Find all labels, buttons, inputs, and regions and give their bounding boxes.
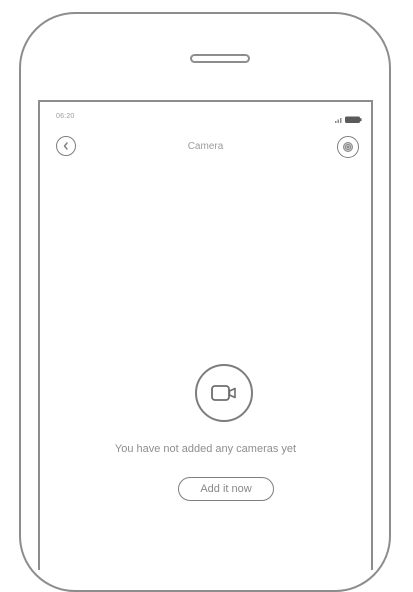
add-camera-button[interactable]: Add it now [178, 477, 274, 501]
phone-speaker [190, 54, 250, 63]
empty-state-message: You have not added any cameras yet [114, 443, 297, 455]
status-icons [333, 112, 363, 123]
camera-placeholder [195, 364, 253, 422]
settings-button[interactable] [337, 136, 359, 158]
app-screen: 06:20 Camera You have not added any came… [38, 100, 373, 570]
signal-icon [335, 116, 362, 123]
status-time: 06:20 [56, 113, 75, 120]
page-title: Camera [187, 141, 224, 152]
battery-icon [345, 116, 362, 123]
video-camera-icon [211, 385, 236, 401]
gear-icon [343, 142, 353, 152]
